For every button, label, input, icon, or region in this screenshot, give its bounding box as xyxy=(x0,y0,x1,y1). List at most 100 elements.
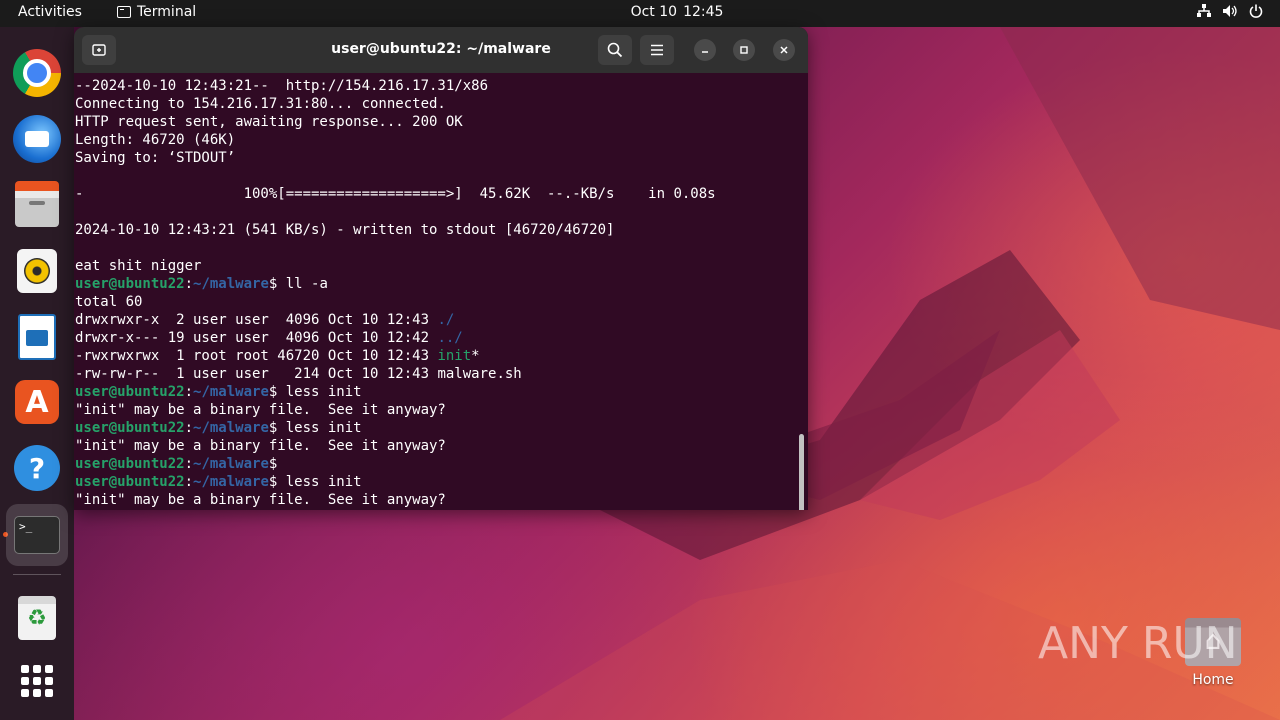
app-grid-icon xyxy=(21,665,53,697)
terminal-ls-line: -rwxrwxrwx 1 root root 46720 Oct 10 12:4… xyxy=(75,347,799,365)
ls-entry-meta: drwxrwxr-x 2 user user 4096 Oct 10 12:43 xyxy=(75,312,438,328)
close-button[interactable] xyxy=(773,39,795,61)
dock-item-chrome[interactable] xyxy=(12,48,62,98)
prompt-user: user@ubuntu22 xyxy=(75,384,185,400)
anyrun-watermark: ANY RUN xyxy=(1038,612,1238,674)
terminal-output[interactable]: --2024-10-10 12:43:21-- http://154.216.1… xyxy=(74,73,800,510)
terminal-prompt-line: user@ubuntu22:~/malware$ xyxy=(75,455,799,473)
scrollbar-thumb[interactable] xyxy=(799,434,804,510)
search-button[interactable] xyxy=(598,35,632,65)
dock-item-rhythmbox[interactable] xyxy=(12,246,62,296)
power-icon[interactable] xyxy=(1248,4,1264,22)
terminal-ls-line: drwxr-x--- 19 user user 4096 Oct 10 12:4… xyxy=(75,329,799,347)
terminal-prompt-line: user@ubuntu22:~/malware$ less init xyxy=(75,383,799,401)
ls-entry-meta: drwxr-x--- 19 user user 4096 Oct 10 12:4… xyxy=(75,330,438,346)
top-bar: Activities Terminal Oct 10 12:45 xyxy=(0,0,1280,27)
terminal-output-line: "init" may be a binary file. See it anyw… xyxy=(75,492,446,508)
prompt-command: less init xyxy=(285,420,362,436)
dock-item-writer[interactable] xyxy=(12,312,62,362)
prompt-separator: : xyxy=(184,420,194,436)
prompt-symbol: $ xyxy=(268,474,286,490)
maximize-button[interactable] xyxy=(733,39,755,61)
terminal-output-line: "init" may be a binary file. See it anyw… xyxy=(75,402,446,418)
prompt-symbol: $ xyxy=(268,456,286,472)
terminal-prompt-line: user@ubuntu22:~/malware$ less init xyxy=(75,473,799,491)
dock-item-terminal[interactable]: >_ xyxy=(6,504,68,566)
terminal-output-line: total 60 xyxy=(75,294,143,310)
menu-button[interactable] xyxy=(640,35,674,65)
watermark-text: ANY RUN xyxy=(1038,617,1238,669)
show-applications-button[interactable] xyxy=(12,656,62,706)
volume-icon[interactable] xyxy=(1222,4,1238,22)
maximize-icon xyxy=(740,46,748,54)
files-icon xyxy=(15,181,59,227)
dock-item-trash[interactable]: ♻ xyxy=(12,593,62,643)
dock-item-files[interactable] xyxy=(12,181,62,232)
prompt-user: user@ubuntu22 xyxy=(75,474,185,490)
clock[interactable]: Oct 10 12:45 xyxy=(0,4,1280,20)
help-icon: ? xyxy=(14,445,60,491)
terminal-window[interactable]: user@ubuntu22: ~/malware --2024-10-10 12… xyxy=(74,27,808,510)
prompt-separator: : xyxy=(184,456,194,472)
system-tray[interactable] xyxy=(1196,4,1264,22)
terminal-ls-line: -rw-rw-r-- 1 user user 214 Oct 10 12:43 … xyxy=(75,365,799,383)
chrome-icon xyxy=(13,49,61,97)
terminal-output-line: Length: 46720 (46K) xyxy=(75,132,236,148)
terminal-prompt-line: user@ubuntu22:~/malware$ ll -a xyxy=(75,275,799,293)
store-icon: A xyxy=(15,380,59,424)
desktop: Activities Terminal Oct 10 12:45 A ? >_ … xyxy=(0,0,1280,720)
minimize-button[interactable] xyxy=(694,39,716,61)
trash-icon: ♻ xyxy=(18,596,56,640)
search-icon xyxy=(607,42,623,58)
prompt-user: user@ubuntu22 xyxy=(75,276,185,292)
terminal-icon: >_ xyxy=(14,516,60,554)
dock: A ? >_ ♻ xyxy=(0,27,74,720)
prompt-path: ~/malware xyxy=(193,384,269,400)
thunderbird-icon xyxy=(13,115,61,163)
terminal-output-line: HTTP request sent, awaiting response... … xyxy=(75,114,463,130)
prompt-path: ~/malware xyxy=(193,420,269,436)
close-icon xyxy=(780,46,788,54)
clock-time: 12:45 xyxy=(683,4,724,20)
prompt-separator: : xyxy=(184,384,194,400)
prompt-command: less init xyxy=(285,474,362,490)
ls-entry-meta: -rw-rw-r-- 1 user user 214 Oct 10 12:43 xyxy=(75,366,438,382)
home-folder-label: Home xyxy=(1192,672,1234,688)
ls-entry-suffix: * xyxy=(471,348,480,364)
terminal-output-line: - 100%[===================>] 45.62K --.-… xyxy=(75,186,716,202)
dock-separator xyxy=(13,574,61,575)
terminal-output-line: "init" may be a binary file. See it anyw… xyxy=(75,438,446,454)
terminal-output-line: --2024-10-10 12:43:21-- http://154.216.1… xyxy=(75,78,489,94)
prompt-path: ~/malware xyxy=(193,276,269,292)
dock-item-thunderbird[interactable] xyxy=(12,114,62,164)
writer-icon xyxy=(18,314,56,360)
terminal-headerbar[interactable]: user@ubuntu22: ~/malware xyxy=(74,27,808,73)
ls-entry-meta: -rwxrwxrwx 1 root root 46720 Oct 10 12:4… xyxy=(75,348,438,364)
minimize-icon xyxy=(702,51,708,53)
prompt-user: user@ubuntu22 xyxy=(75,420,185,436)
terminal-output-line: eat shit nigger xyxy=(75,258,202,274)
prompt-command: less init xyxy=(285,384,362,400)
terminal-prompt-line: user@ubuntu22:~/malware$ less init xyxy=(75,419,799,437)
ls-entry-name: init xyxy=(437,348,472,364)
terminal-output-line: Connecting to 154.216.17.31:80... connec… xyxy=(75,96,446,112)
prompt-user: user@ubuntu22 xyxy=(75,456,185,472)
hamburger-icon xyxy=(651,44,663,56)
prompt-symbol: $ xyxy=(268,276,286,292)
prompt-symbol: $ xyxy=(268,420,286,436)
ls-entry-name: ./ xyxy=(437,312,455,328)
prompt-separator: : xyxy=(184,474,194,490)
prompt-path: ~/malware xyxy=(193,456,269,472)
terminal-output-line: 2024-10-10 12:43:21 (541 KB/s) - written… xyxy=(75,222,615,238)
ls-entry-name: ../ xyxy=(437,330,463,346)
rhythmbox-icon xyxy=(17,249,57,293)
dock-item-help[interactable]: ? xyxy=(12,443,62,493)
network-icon[interactable] xyxy=(1196,4,1212,22)
terminal-lines: --2024-10-10 12:43:21-- http://154.216.1… xyxy=(75,77,799,509)
terminal-output-line: Saving to: ‘STDOUT’ xyxy=(75,150,236,166)
prompt-symbol: $ xyxy=(268,384,286,400)
dock-item-software[interactable]: A xyxy=(12,377,62,427)
